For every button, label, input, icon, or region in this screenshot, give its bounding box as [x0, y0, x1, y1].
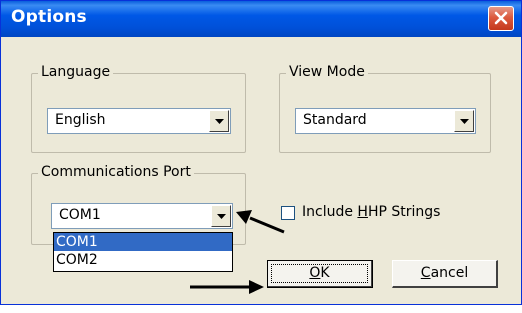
close-button[interactable] [488, 6, 514, 31]
view-mode-group-label: View Mode [286, 64, 368, 80]
chevron-down-icon [217, 214, 226, 219]
communications-port-dropdown-button[interactable] [211, 205, 231, 227]
communications-port-selected-value: COM1 [59, 207, 101, 223]
language-dropdown-button[interactable] [209, 110, 229, 132]
cancel-button-label: Cancel [421, 265, 468, 281]
title-bar[interactable]: Options [1, 1, 521, 37]
language-selected-value: English [55, 112, 106, 128]
dropdown-option-com2[interactable]: COM2 [54, 251, 232, 269]
window-title: Options [11, 7, 87, 27]
cancel-rest: ancel [430, 265, 469, 281]
language-combobox[interactable]: English [47, 108, 231, 134]
communications-port-dropdown-list: COM1 COM2 [53, 232, 233, 272]
ok-rest: K [320, 265, 330, 281]
include-hhp-strings-label[interactable]: Include HHP Strings [302, 204, 440, 220]
include-hhp-label-accel: H [357, 204, 368, 220]
include-hhp-label-pre: Include [302, 204, 358, 220]
ok-accel: O [309, 265, 321, 281]
cancel-accel: C [420, 265, 431, 281]
chevron-down-icon [215, 119, 224, 124]
view-mode-dropdown-button[interactable] [454, 110, 474, 132]
chevron-down-icon [460, 119, 469, 124]
ok-button-label: OK [309, 265, 329, 281]
communications-port-combobox[interactable]: COM1 [51, 203, 233, 229]
language-group-label: Language [38, 64, 114, 80]
cancel-button[interactable]: Cancel [392, 260, 498, 288]
include-hhp-strings-checkbox[interactable] [281, 206, 295, 220]
communications-port-group-label: Communications Port [38, 164, 194, 180]
view-mode-combobox[interactable]: Standard [295, 108, 476, 134]
dropdown-option-com1[interactable]: COM1 [54, 233, 232, 251]
options-dialog: Options Language English View Mode Stand… [0, 0, 522, 305]
ok-button[interactable]: OK [267, 260, 373, 288]
close-icon [494, 11, 508, 25]
include-hhp-label-post: HP Strings [367, 204, 441, 220]
view-mode-selected-value: Standard [303, 112, 367, 128]
